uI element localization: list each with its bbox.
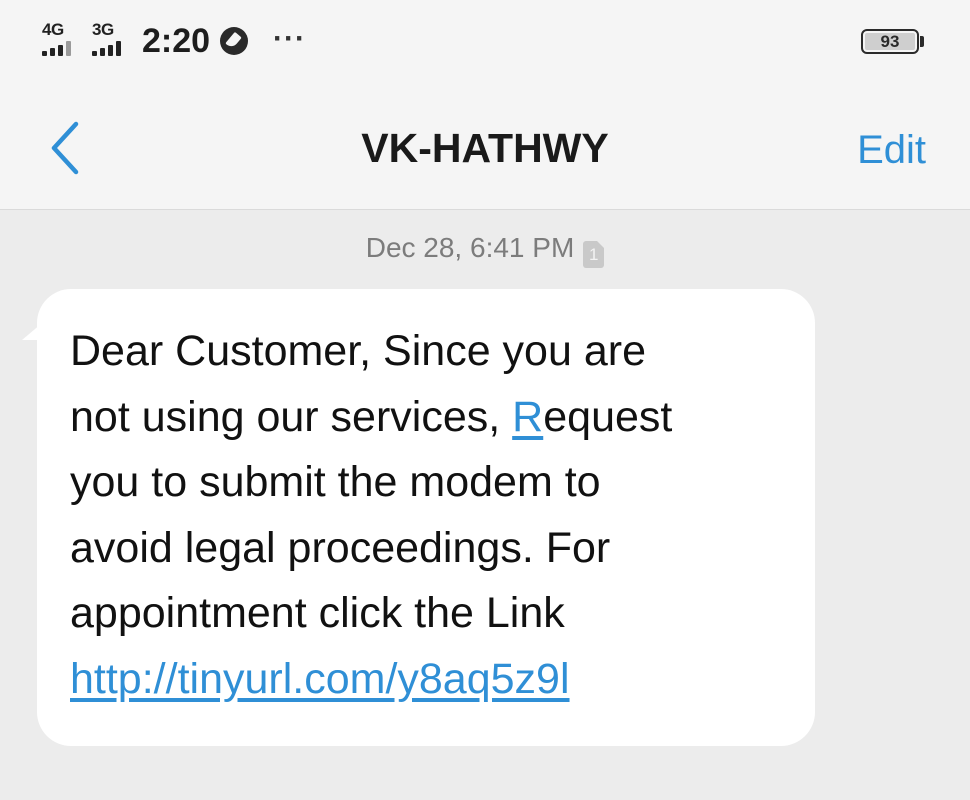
- network-type-label-3g: 3G: [92, 20, 114, 39]
- conversation-header: VK-HATHWY Edit: [0, 88, 970, 210]
- message-link[interactable]: http://tinyurl.com/y8aq5z9l: [70, 655, 570, 703]
- page-title: VK-HATHWY: [361, 125, 609, 171]
- network-type-label-4g: 4G: [42, 20, 64, 39]
- signal-strength-4g-icon: 4G: [40, 20, 86, 60]
- message-text: Dear Customer, Since you are not using o…: [70, 319, 815, 712]
- battery-icon: 93: [861, 29, 919, 54]
- status-bar: 4G 3G 2:20 ··· 93: [0, 0, 970, 88]
- battery-level: 93: [865, 32, 915, 51]
- message-highlighted-letter: R: [512, 392, 544, 441]
- battery-tip: [920, 36, 924, 47]
- status-time: 2:20: [142, 22, 211, 60]
- more-dots-icon: ···: [273, 22, 306, 55]
- signal-strength-3g-icon: 3G: [90, 20, 136, 60]
- message-timestamp: Dec 28, 6:41 PM: [365, 232, 575, 263]
- message-timestamp-row: Dec 28, 6:41 PM 1: [0, 232, 970, 268]
- message-bubble[interactable]: Dear Customer, Since you are not using o…: [37, 289, 815, 746]
- compass-icon: [220, 27, 248, 55]
- edit-button[interactable]: Edit: [857, 128, 926, 173]
- sim-card-icon: 1: [583, 241, 605, 268]
